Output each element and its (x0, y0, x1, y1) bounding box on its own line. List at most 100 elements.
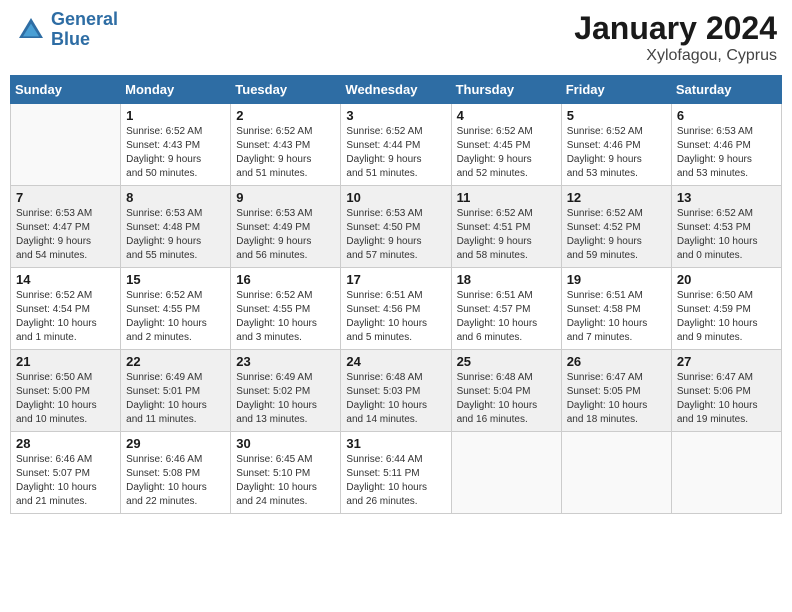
day-number: 31 (346, 436, 445, 451)
day-number: 8 (126, 190, 225, 205)
day-number: 10 (346, 190, 445, 205)
day-info: Sunrise: 6:48 AMSunset: 5:04 PMDaylight:… (457, 371, 556, 427)
calendar-week-row: 1 Sunrise: 6:52 AMSunset: 4:43 PMDaylight… (11, 104, 782, 186)
day-number: 28 (16, 436, 115, 451)
day-number: 6 (677, 108, 776, 123)
day-info: Sunrise: 6:53 AMSunset: 4:50 PMDaylight:… (346, 207, 445, 263)
table-row (451, 432, 561, 514)
day-info: Sunrise: 6:52 AMSunset: 4:54 PMDaylight:… (16, 289, 115, 345)
table-row: 9Sunrise: 6:53 AMSunset: 4:49 PMDaylight… (231, 186, 341, 268)
day-number: 16 (236, 272, 335, 287)
day-number: 14 (16, 272, 115, 287)
table-row: 5 Sunrise: 6:52 AMSunset: 4:46 PMDaylight… (561, 104, 671, 186)
day-number: 25 (457, 354, 556, 369)
table-row: 26 Sunrise: 6:47 AMSunset: 5:05 PMDayligh… (561, 350, 671, 432)
day-number: 12 (567, 190, 666, 205)
day-number: 20 (677, 272, 776, 287)
table-row: 24Sunrise: 6:48 AMSunset: 5:03 PMDayligh… (341, 350, 451, 432)
day-info: Sunrise: 6:52 AMSunset: 4:51 PMDaylight:… (457, 207, 556, 263)
table-row: 13 Sunrise: 6:52 AMSunset: 4:53 PMDayligh… (671, 186, 781, 268)
table-row (561, 432, 671, 514)
table-row: 18 Sunrise: 6:51 AMSunset: 4:57 PMDayligh… (451, 268, 561, 350)
calendar-week-row: 7Sunrise: 6:53 AMSunset: 4:47 PMDaylight… (11, 186, 782, 268)
day-info: Sunrise: 6:53 AMSunset: 4:47 PMDaylight:… (16, 207, 115, 263)
table-row: 11 Sunrise: 6:52 AMSunset: 4:51 PMDayligh… (451, 186, 561, 268)
table-row: 16 Sunrise: 6:52 AMSunset: 4:55 PMDayligh… (231, 268, 341, 350)
table-row: 27Sunrise: 6:47 AMSunset: 5:06 PMDayligh… (671, 350, 781, 432)
logo-line1: General (51, 9, 118, 29)
day-info: Sunrise: 6:52 AMSunset: 4:55 PMDaylight:… (126, 289, 225, 345)
calendar-week-row: 28Sunrise: 6:46 AMSunset: 5:07 PMDayligh… (11, 432, 782, 514)
day-info: Sunrise: 6:49 AMSunset: 5:02 PMDaylight:… (236, 371, 335, 427)
day-number: 13 (677, 190, 776, 205)
day-info: Sunrise: 6:47 AMSunset: 5:05 PMDaylight:… (567, 371, 666, 427)
day-info: Sunrise: 6:53 AMSunset: 4:49 PMDaylight:… (236, 207, 335, 263)
day-info: Sunrise: 6:49 AMSunset: 5:01 PMDaylight:… (126, 371, 225, 427)
day-number: 26 (567, 354, 666, 369)
day-info: Sunrise: 6:44 AMSunset: 5:11 PMDaylight:… (346, 453, 445, 509)
calendar-table: Sunday Monday Tuesday Wednesday Thursday… (10, 75, 782, 514)
title-block: January 2024 Xylofagou, Cyprus (574, 10, 777, 65)
day-number: 19 (567, 272, 666, 287)
day-info: Sunrise: 6:52 AMSunset: 4:46 PMDaylight:… (567, 125, 666, 181)
table-row: 30 Sunrise: 6:45 AMSunset: 5:10 PMDayligh… (231, 432, 341, 514)
col-thursday: Thursday (451, 76, 561, 104)
day-info: Sunrise: 6:51 AMSunset: 4:58 PMDaylight:… (567, 289, 666, 345)
table-row: 12Sunrise: 6:52 AMSunset: 4:52 PMDayligh… (561, 186, 671, 268)
day-info: Sunrise: 6:52 AMSunset: 4:43 PMDaylight:… (126, 125, 225, 181)
day-info: Sunrise: 6:51 AMSunset: 4:57 PMDaylight:… (457, 289, 556, 345)
logo: General Blue (15, 10, 118, 50)
col-monday: Monday (121, 76, 231, 104)
day-info: Sunrise: 6:50 AMSunset: 5:00 PMDaylight:… (16, 371, 115, 427)
logo-line2: Blue (51, 29, 90, 49)
day-info: Sunrise: 6:52 AMSunset: 4:55 PMDaylight:… (236, 289, 335, 345)
table-row: 31 Sunrise: 6:44 AMSunset: 5:11 PMDayligh… (341, 432, 451, 514)
col-sunday: Sunday (11, 76, 121, 104)
day-info: Sunrise: 6:45 AMSunset: 5:10 PMDaylight:… (236, 453, 335, 509)
table-row: 3 Sunrise: 6:52 AMSunset: 4:44 PMDaylight… (341, 104, 451, 186)
col-tuesday: Tuesday (231, 76, 341, 104)
table-row (11, 104, 121, 186)
day-number: 3 (346, 108, 445, 123)
calendar-week-row: 14 Sunrise: 6:52 AMSunset: 4:54 PMDayligh… (11, 268, 782, 350)
day-number: 17 (346, 272, 445, 287)
day-info: Sunrise: 6:52 AMSunset: 4:45 PMDaylight:… (457, 125, 556, 181)
day-number: 1 (126, 108, 225, 123)
day-info: Sunrise: 6:53 AMSunset: 4:48 PMDaylight:… (126, 207, 225, 263)
day-number: 30 (236, 436, 335, 451)
day-info: Sunrise: 6:52 AMSunset: 4:44 PMDaylight:… (346, 125, 445, 181)
day-number: 27 (677, 354, 776, 369)
table-row: 1 Sunrise: 6:52 AMSunset: 4:43 PMDaylight… (121, 104, 231, 186)
day-info: Sunrise: 6:51 AMSunset: 4:56 PMDaylight:… (346, 289, 445, 345)
day-number: 5 (567, 108, 666, 123)
col-wednesday: Wednesday (341, 76, 451, 104)
day-number: 4 (457, 108, 556, 123)
table-row: 6Sunrise: 6:53 AMSunset: 4:46 PMDaylight… (671, 104, 781, 186)
col-friday: Friday (561, 76, 671, 104)
page-header: General Blue January 2024 Xylofagou, Cyp… (10, 10, 782, 65)
table-row: 15Sunrise: 6:52 AMSunset: 4:55 PMDayligh… (121, 268, 231, 350)
table-row: 19 Sunrise: 6:51 AMSunset: 4:58 PMDayligh… (561, 268, 671, 350)
day-info: Sunrise: 6:50 AMSunset: 4:59 PMDaylight:… (677, 289, 776, 345)
day-info: Sunrise: 6:52 AMSunset: 4:53 PMDaylight:… (677, 207, 776, 263)
table-row: 28Sunrise: 6:46 AMSunset: 5:07 PMDayligh… (11, 432, 121, 514)
month-title: January 2024 (574, 10, 777, 47)
table-row: 22 Sunrise: 6:49 AMSunset: 5:01 PMDayligh… (121, 350, 231, 432)
calendar-header-row: Sunday Monday Tuesday Wednesday Thursday… (11, 76, 782, 104)
day-number: 29 (126, 436, 225, 451)
day-number: 22 (126, 354, 225, 369)
table-row: 21 Sunrise: 6:50 AMSunset: 5:00 PMDayligh… (11, 350, 121, 432)
day-number: 11 (457, 190, 556, 205)
table-row (671, 432, 781, 514)
table-row: 7Sunrise: 6:53 AMSunset: 4:47 PMDaylight… (11, 186, 121, 268)
table-row: 2Sunrise: 6:52 AMSunset: 4:43 PMDaylight… (231, 104, 341, 186)
day-number: 23 (236, 354, 335, 369)
table-row: 4 Sunrise: 6:52 AMSunset: 4:45 PMDaylight… (451, 104, 561, 186)
logo-icon (15, 14, 47, 46)
day-info: Sunrise: 6:48 AMSunset: 5:03 PMDaylight:… (346, 371, 445, 427)
day-number: 21 (16, 354, 115, 369)
table-row: 25 Sunrise: 6:48 AMSunset: 5:04 PMDayligh… (451, 350, 561, 432)
day-number: 18 (457, 272, 556, 287)
logo-text: General Blue (51, 10, 118, 50)
day-info: Sunrise: 6:46 AMSunset: 5:08 PMDaylight:… (126, 453, 225, 509)
